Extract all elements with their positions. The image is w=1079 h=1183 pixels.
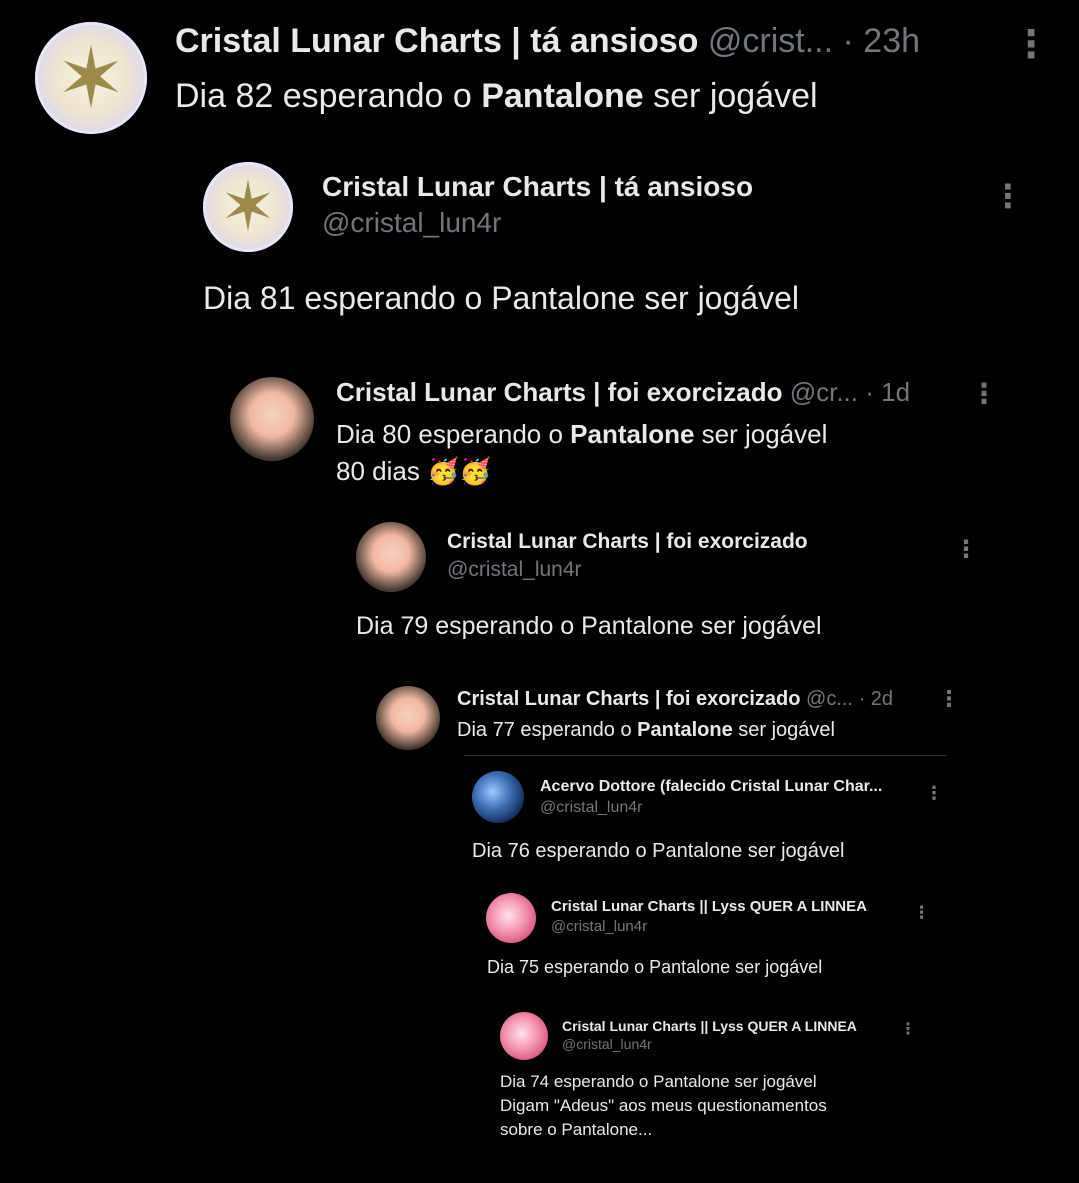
display-name[interactable]: Cristal Lunar Charts | tá ansioso [175, 22, 698, 60]
more-vertical-icon[interactable]: ⋮ [954, 538, 978, 562]
quote-text-line3: sobre o Pantalone... [500, 1120, 653, 1139]
quote-text-line2: Digam "Adeus" aos meus questionamentos [500, 1096, 827, 1115]
quote-text: Dia 81 esperando o Pantalone ser jogável [203, 280, 799, 316]
timestamp[interactable]: · 23h [843, 22, 921, 60]
post-text: Dia 82 esperando o Pantalone ser jogável [175, 77, 818, 115]
avatar[interactable] [376, 686, 440, 750]
display-name[interactable]: Cristal Lunar Charts | foi exorcizado [336, 377, 782, 407]
avatar[interactable] [356, 522, 426, 592]
avatar[interactable] [500, 1012, 548, 1060]
quote-text: Dia 79 esperando o Pantalone ser jogável [356, 612, 822, 640]
more-vertical-icon[interactable]: ⋮ [970, 380, 998, 408]
handle[interactable]: @cristal_lun4r [447, 557, 582, 583]
display-name[interactable]: Cristal Lunar Charts | foi exorcizado [457, 688, 800, 710]
more-vertical-icon[interactable]: ⋮ [925, 784, 943, 802]
quote-text: Dia 77 esperando o Pantalone ser jogável [457, 719, 835, 741]
avatar[interactable]: ✶ [35, 22, 147, 134]
more-vertical-icon[interactable]: ⋮ [913, 904, 930, 921]
avatar[interactable] [486, 893, 536, 943]
quote-header: Cristal Lunar Charts | foi exorcizado @c… [457, 686, 893, 712]
handle[interactable]: @crist... [708, 22, 833, 60]
handle[interactable]: @cristal_lun4r [562, 1036, 652, 1052]
avatar[interactable]: ✶ [203, 162, 293, 252]
more-vertical-icon[interactable]: ⋮ [938, 688, 960, 710]
more-vertical-icon[interactable]: ⋮ [900, 1022, 916, 1038]
star-emblem-icon: ✶ [219, 169, 277, 245]
more-vertical-icon[interactable]: ⋮ [992, 180, 1024, 212]
divider [464, 755, 946, 756]
quote-text-line2: 80 dias 🥳🥳 [336, 456, 492, 486]
display-name[interactable]: Cristal Lunar Charts | tá ansioso [322, 170, 753, 204]
timestamp[interactable]: · 2d [859, 688, 893, 710]
quote-header: Cristal Lunar Charts | foi exorcizado @c… [336, 376, 910, 408]
display-name[interactable]: Cristal Lunar Charts | foi exorcizado [447, 528, 808, 556]
more-vertical-icon[interactable]: ⋮ [1012, 26, 1050, 64]
quote-text: Dia 76 esperando o Pantalone ser jogável [472, 840, 845, 862]
display-name[interactable]: Cristal Lunar Charts || Lyss QUER A LINN… [551, 897, 867, 917]
handle[interactable]: @cristal_lun4r [551, 918, 647, 936]
quote-text: Dia 75 esperando o Pantalone ser jogável [487, 957, 823, 977]
quote-text: Dia 80 esperando o Pantalone ser jogável [336, 419, 828, 449]
display-name[interactable]: Acervo Dottore (falecido Cristal Lunar C… [540, 776, 882, 798]
avatar[interactable] [472, 771, 524, 823]
quote-text: Dia 74 esperando o Pantalone ser jogável [500, 1072, 817, 1091]
post-header: Cristal Lunar Charts | tá ansioso @crist… [175, 20, 920, 62]
avatar[interactable] [230, 377, 314, 461]
handle[interactable]: @cr... [790, 377, 858, 407]
timestamp[interactable]: · 1d [865, 377, 910, 407]
handle[interactable]: @c... [806, 688, 853, 710]
star-emblem-icon: ✶ [55, 31, 127, 125]
display-name[interactable]: Cristal Lunar Charts || Lyss QUER A LINN… [562, 1017, 857, 1035]
handle[interactable]: @cristal_lun4r [322, 206, 501, 240]
handle[interactable]: @cristal_lun4r [540, 798, 643, 818]
